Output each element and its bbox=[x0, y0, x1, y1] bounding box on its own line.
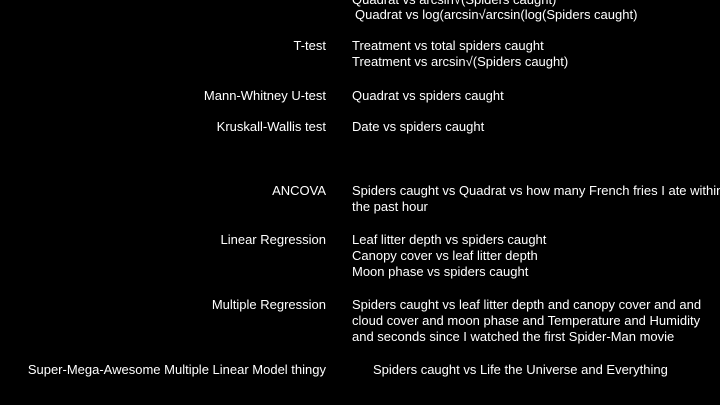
description-line: Quadrat vs log(arcsin√arcsin(log(Spiders… bbox=[355, 7, 638, 22]
test-label-t-test: T-test bbox=[293, 38, 326, 53]
description-line: the past hour bbox=[352, 199, 428, 214]
test-description-multiple-regression: Spiders caught vs leaf litter depth and … bbox=[352, 297, 701, 345]
test-description-mann-whitney: Quadrat vs spiders caught bbox=[352, 88, 504, 104]
test-description-t-test: Treatment vs total spiders caught Treatm… bbox=[352, 38, 568, 70]
test-label-super-mega-awesome: Super-Mega-Awesome Multiple Linear Model… bbox=[27, 362, 326, 377]
test-label-multiple-regression: Multiple Regression bbox=[211, 297, 326, 312]
top-description: Quadrat vs log(arcsin√arcsin(log(Spiders… bbox=[355, 7, 637, 23]
description-line: Treatment vs total spiders caught bbox=[352, 38, 544, 53]
description-line: Moon phase vs spiders caught bbox=[352, 264, 529, 279]
test-description-kruskall-wallis: Date vs spiders caught bbox=[352, 119, 484, 135]
description-line: cloud cover and moon phase and Temperatu… bbox=[352, 313, 701, 328]
slide: Quadrat vs arcsin√(Spiders caught) Quadr… bbox=[0, 0, 720, 405]
test-description-ancova: Spiders caught vs Quadrat vs how many Fr… bbox=[352, 183, 720, 215]
test-label-ancova: ANCOVA bbox=[272, 183, 326, 198]
test-label-mann-whitney: Mann-Whitney U-test bbox=[203, 88, 326, 103]
description-line: Spiders caught vs Quadrat vs how many Fr… bbox=[352, 183, 720, 198]
test-description-linear-regression: Leaf litter depth vs spiders caught Cano… bbox=[352, 232, 546, 280]
test-label-linear-regression: Linear Regression bbox=[220, 232, 326, 247]
description-line: Quadrat vs spiders caught bbox=[352, 88, 504, 103]
test-description-super-mega-awesome: Spiders caught vs Life the Universe and … bbox=[373, 362, 668, 378]
description-line: Spiders caught vs leaf litter depth and … bbox=[352, 297, 702, 312]
description-line: Leaf litter depth vs spiders caught bbox=[352, 232, 547, 247]
description-line: Spiders caught vs Life the Universe and … bbox=[373, 362, 668, 377]
description-line: Treatment vs arcsin√(Spiders caught) bbox=[352, 54, 569, 69]
description-line: and seconds since I watched the first Sp… bbox=[352, 329, 675, 344]
description-line: Date vs spiders caught bbox=[352, 119, 485, 134]
description-line: Canopy cover vs leaf litter depth bbox=[352, 248, 538, 263]
test-label-kruskall-wallis: Kruskall-Wallis test bbox=[216, 119, 326, 134]
